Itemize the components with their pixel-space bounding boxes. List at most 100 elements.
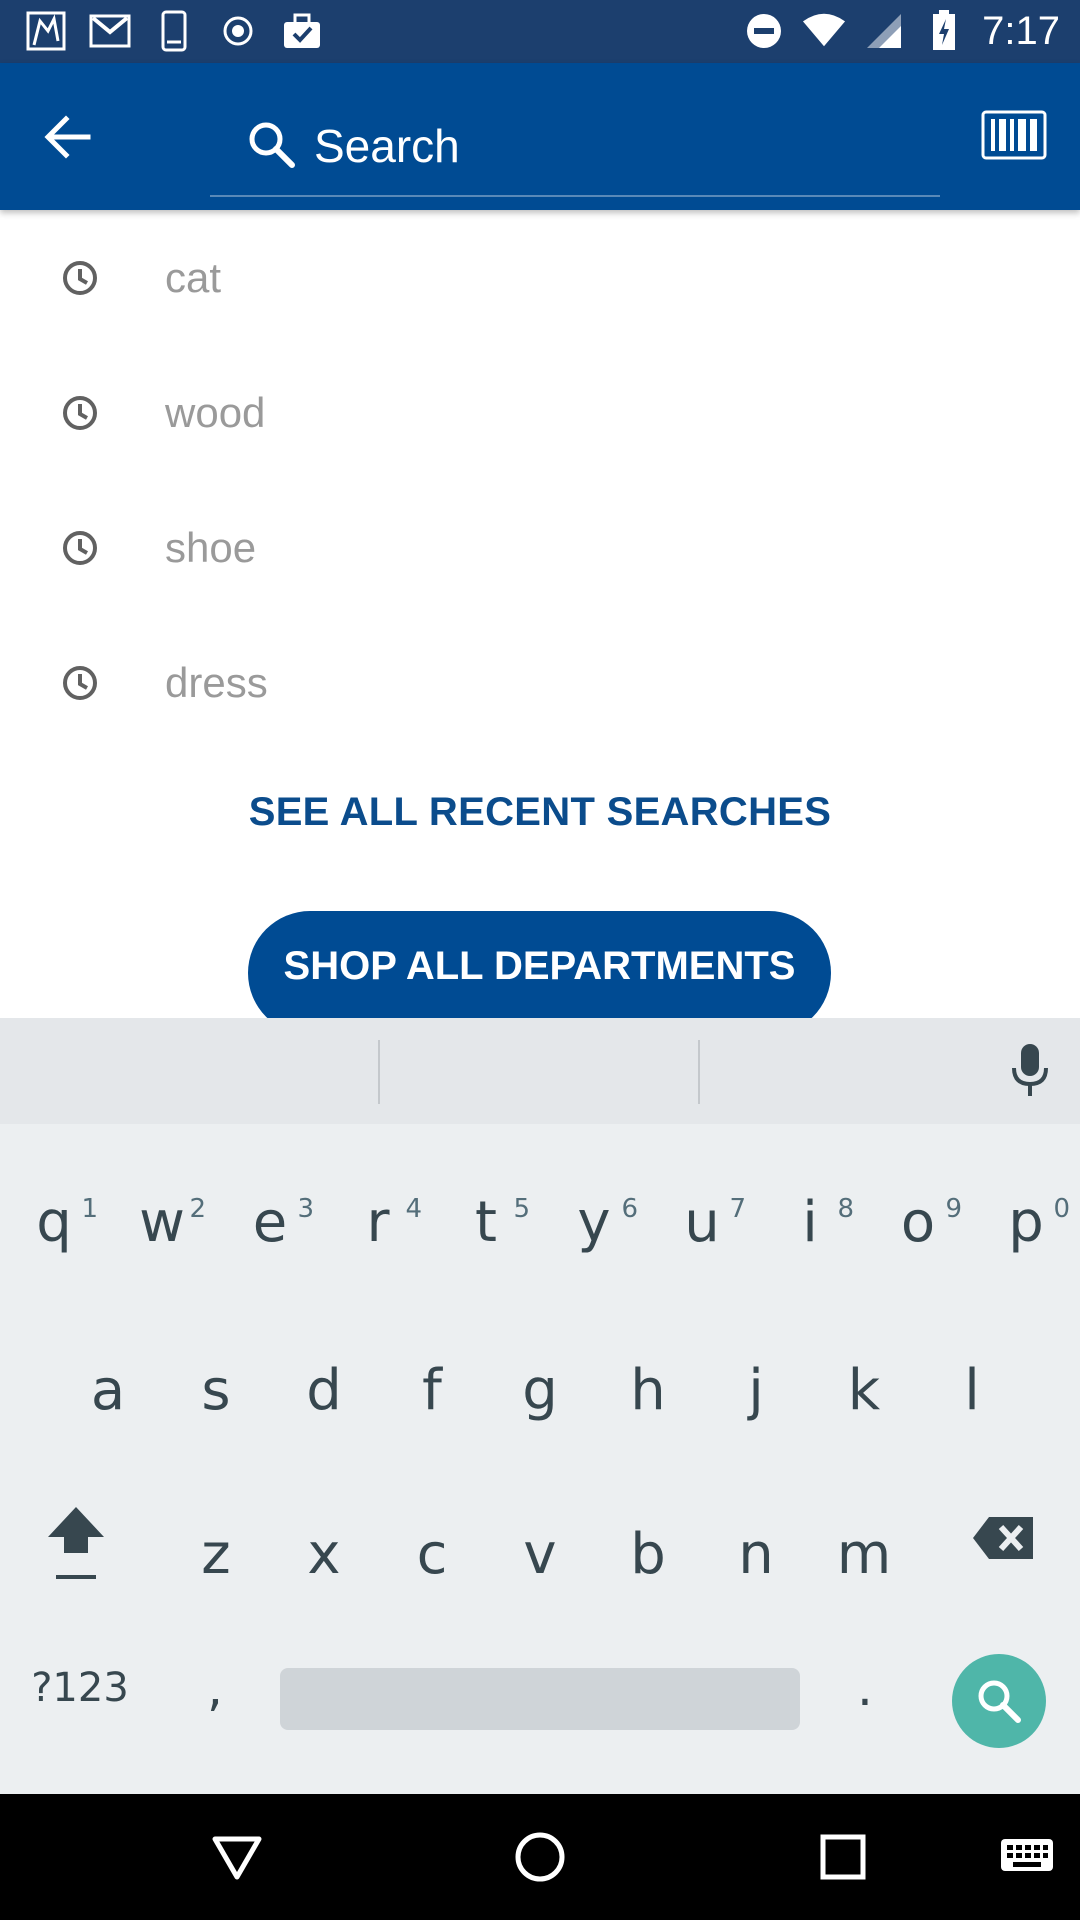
recent-search-item[interactable]: shoe [0, 480, 1080, 615]
key-hint-number: 9 [945, 1194, 962, 1224]
key-label: i [802, 1190, 818, 1255]
symbols-key[interactable]: ?123 [20, 1658, 140, 1718]
recent-search-item[interactable]: cat [0, 210, 1080, 345]
back-triangle-icon [212, 1836, 262, 1880]
phone-icon [152, 9, 196, 53]
see-all-recent-searches-link[interactable]: SEE ALL RECENT SEARCHES [0, 790, 1080, 835]
key-l[interactable]: l [918, 1336, 1026, 1446]
key-hint-number: 8 [837, 1194, 854, 1224]
key-label: x [307, 1522, 341, 1587]
key-g[interactable]: g [486, 1336, 594, 1446]
recent-search-label: cat [165, 253, 222, 301]
key-hint-number: 7 [729, 1194, 746, 1224]
keyboard-search-button[interactable] [952, 1654, 1046, 1748]
key-hint-number: 3 [297, 1194, 314, 1224]
key-k[interactable]: k [810, 1336, 918, 1446]
key-label: y [577, 1190, 611, 1255]
search-input[interactable] [314, 111, 914, 181]
key-hint-number: 0 [1053, 1194, 1070, 1224]
clock-icon [63, 665, 97, 700]
recent-searches-list: cat wood shoe dress [0, 210, 1080, 750]
nav-recents-button[interactable] [808, 1822, 878, 1892]
key-label: d [306, 1358, 342, 1423]
backspace-icon [973, 1517, 1033, 1559]
key-o[interactable]: 9o [864, 1168, 972, 1278]
wifi-icon [802, 9, 846, 53]
comma-key-label: , [207, 1659, 223, 1717]
suggestion-divider [378, 1040, 380, 1104]
comma-key[interactable]: , [180, 1648, 250, 1728]
key-r[interactable]: 4r [324, 1168, 432, 1278]
recent-search-label: dress [165, 658, 268, 706]
recent-search-item[interactable]: wood [0, 345, 1080, 480]
home-circle-icon [515, 1832, 565, 1882]
key-label: o [900, 1190, 936, 1255]
key-x[interactable]: x [270, 1500, 378, 1610]
period-key[interactable]: . [830, 1648, 900, 1728]
search-icon [978, 1680, 1021, 1723]
period-key-label: . [857, 1659, 873, 1717]
key-label: n [738, 1522, 774, 1587]
battery-charging-icon [922, 9, 966, 53]
shop-all-departments-button[interactable]: SHOP ALL DEPARTMENTS [248, 911, 831, 1035]
back-button[interactable] [40, 109, 96, 165]
key-y[interactable]: 6y [540, 1168, 648, 1278]
key-e[interactable]: 3e [216, 1168, 324, 1278]
key-label: v [523, 1522, 557, 1587]
clock-icon [63, 260, 97, 295]
search-icon [249, 122, 295, 168]
key-label: t [475, 1190, 497, 1255]
shift-arrow-icon [48, 1507, 104, 1579]
recent-search-label: wood [165, 388, 266, 436]
key-c[interactable]: c [378, 1500, 486, 1610]
key-s[interactable]: s [162, 1336, 270, 1446]
space-bar[interactable] [280, 1668, 800, 1730]
key-v[interactable]: v [486, 1500, 594, 1610]
key-q[interactable]: 1q [0, 1168, 108, 1278]
key-label: m [836, 1522, 892, 1587]
nav-back-button[interactable] [202, 1822, 272, 1892]
status-bar: 7:17 [0, 0, 1080, 63]
clock-icon [63, 395, 97, 430]
key-label: q [36, 1190, 72, 1255]
clock-icon [63, 530, 97, 565]
key-label: l [964, 1358, 980, 1423]
barcode-scan-button[interactable] [978, 103, 1050, 167]
shift-key[interactable] [36, 1496, 116, 1596]
key-n[interactable]: n [702, 1500, 810, 1610]
key-label: g [522, 1358, 558, 1423]
key-label: h [630, 1358, 666, 1423]
key-hint-number: 4 [405, 1194, 422, 1224]
nav-home-button[interactable] [505, 1822, 575, 1892]
key-p[interactable]: 0p [972, 1168, 1080, 1278]
key-i[interactable]: 8i [756, 1168, 864, 1278]
key-f[interactable]: f [378, 1336, 486, 1446]
arrow-left-icon [44, 115, 91, 159]
key-hint-number: 1 [81, 1194, 98, 1224]
key-z[interactable]: z [162, 1500, 270, 1610]
key-t[interactable]: 5t [432, 1168, 540, 1278]
briefcase-check-icon [280, 9, 324, 53]
key-h[interactable]: h [594, 1336, 702, 1446]
search-box[interactable] [210, 93, 940, 197]
key-u[interactable]: 7u [648, 1168, 756, 1278]
key-m[interactable]: m [810, 1500, 918, 1610]
system-nav-bar [0, 1794, 1080, 1920]
recent-search-label: shoe [165, 523, 257, 571]
keyboard-switch-button[interactable] [992, 1822, 1062, 1892]
do-not-disturb-icon [742, 9, 786, 53]
recent-search-item[interactable]: dress [0, 615, 1080, 750]
backspace-key[interactable] [968, 1508, 1038, 1568]
key-w[interactable]: 2w [108, 1168, 216, 1278]
key-a[interactable]: a [54, 1336, 162, 1446]
key-hint-number: 5 [513, 1194, 530, 1224]
key-label: e [252, 1190, 288, 1255]
status-bar-system: 7:17 [742, 6, 1060, 56]
symbols-key-label: ?123 [31, 1665, 129, 1711]
key-d[interactable]: d [270, 1336, 378, 1446]
key-j[interactable]: j [702, 1336, 810, 1446]
key-b[interactable]: b [594, 1500, 702, 1610]
key-label: r [366, 1190, 390, 1255]
microphone-icon[interactable] [1008, 1042, 1052, 1098]
key-label: w [139, 1190, 185, 1255]
